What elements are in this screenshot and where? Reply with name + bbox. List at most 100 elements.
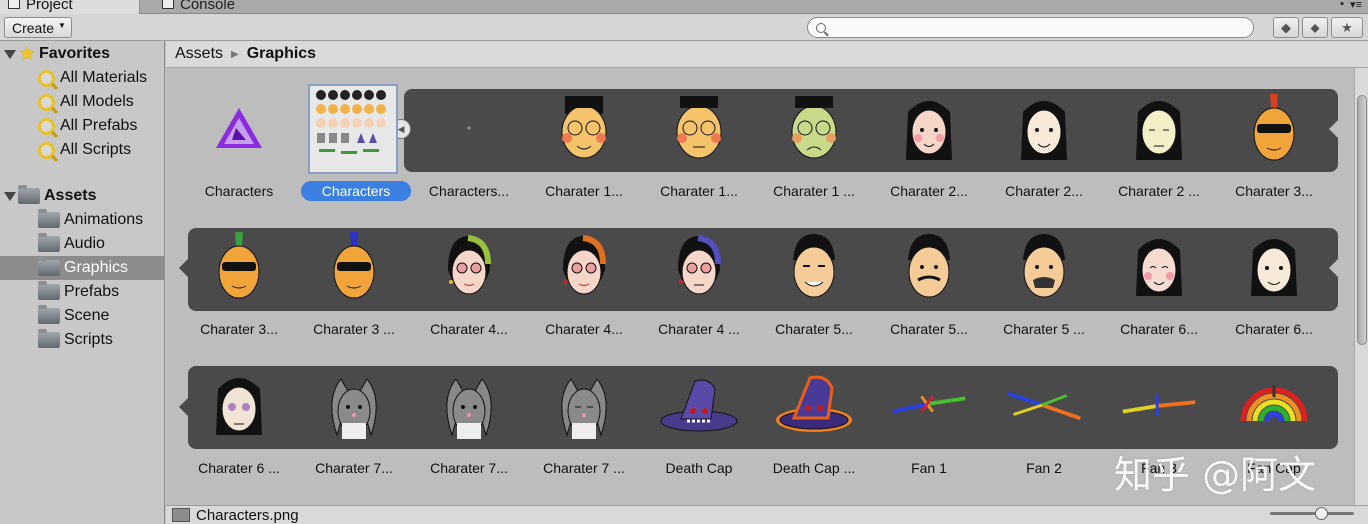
- search-icon: [38, 69, 55, 87]
- asset-item[interactable]: Charater 7...: [296, 365, 412, 490]
- asset-item[interactable]: Charater 7 ...: [526, 365, 642, 490]
- search-icon: [816, 22, 826, 33]
- sidebar: ★ Favorites All Materials All Models All…: [0, 41, 165, 524]
- asset-label: Fan 1: [911, 460, 947, 476]
- asset-item[interactable]: Charater 1 ...: [756, 88, 872, 213]
- breadcrumb-separator-icon: ▶: [231, 48, 239, 60]
- expand-arrow-icon[interactable]: [4, 191, 16, 201]
- propeller-fan-thumbnail: [1119, 365, 1199, 445]
- asset-label: Charater 1...: [545, 183, 623, 199]
- sprite-sheet-thumbnail: [308, 84, 398, 174]
- tab-menu[interactable]: ▪ ▾≡: [1340, 0, 1362, 11]
- sidebar-item-graphics[interactable]: Graphics: [0, 256, 164, 280]
- asset-item[interactable]: Fan 1: [871, 365, 987, 490]
- asset-label: Charater 3...: [200, 321, 278, 337]
- slider-knob[interactable]: [1315, 507, 1328, 520]
- asset-item[interactable]: Charater 2...: [871, 88, 987, 213]
- assets-label: Assets: [44, 187, 97, 204]
- asset-label: Death Cap ...: [772, 460, 856, 476]
- asset-item[interactable]: Characters: [181, 88, 297, 213]
- create-button[interactable]: Create ▼: [4, 17, 72, 38]
- tab-console-label: Console: [180, 0, 236, 13]
- sidebar-item-all-materials[interactable]: All Materials: [0, 66, 164, 90]
- asset-label: Charater 3 ...: [313, 321, 395, 337]
- sidebar-item-all-models[interactable]: All Models: [0, 90, 164, 114]
- character-face-thumbnail: [659, 88, 739, 168]
- sidebar-favorites[interactable]: ★ Favorites: [0, 42, 164, 66]
- asset-item[interactable]: Charater 6 ...: [181, 365, 297, 490]
- asset-item[interactable]: Death Cap ...: [756, 365, 872, 490]
- selected-file-name: Characters.png: [196, 506, 299, 524]
- asset-item[interactable]: Charater 4...: [526, 226, 642, 351]
- search-icon: [38, 117, 55, 135]
- asset-label: Charater 2...: [1005, 183, 1083, 199]
- favorite-search-button[interactable]: ★: [1331, 17, 1363, 38]
- witch-hat-thumbnail: [659, 365, 739, 445]
- asset-item[interactable]: Charater 2 ...: [1101, 88, 1217, 213]
- asset-item[interactable]: Charater 5...: [756, 226, 872, 351]
- toolbar: Create ▼ ◆ ⬥ ★: [0, 14, 1368, 41]
- asset-item[interactable]: Charater 2...: [986, 88, 1102, 213]
- asset-item[interactable]: Charater 4 ...: [641, 226, 757, 351]
- asset-label: Charater 6...: [1120, 321, 1198, 337]
- tab-project[interactable]: Project: [0, 0, 140, 14]
- shapes-icon: ◆: [1281, 19, 1291, 35]
- thumbnail-size-slider[interactable]: [1270, 507, 1354, 520]
- asset-label: Charater 4...: [545, 321, 623, 337]
- asset-item[interactable]: Charater 7...: [411, 365, 527, 490]
- asset-item[interactable]: Charater 6...: [1101, 226, 1217, 351]
- asset-item[interactable]: Charater 3 ...: [296, 226, 412, 351]
- favorites-label: Favorites: [38, 45, 111, 62]
- character-face-thumbnail: [1234, 226, 1314, 306]
- asset-label: Charater 7 ...: [543, 460, 625, 476]
- scrollbar-thumb[interactable]: [1357, 95, 1367, 345]
- search-icon: [38, 93, 55, 111]
- breadcrumb-graphics[interactable]: Graphics: [247, 45, 316, 63]
- asset-item[interactable]: Charater 3...: [1216, 88, 1332, 213]
- asset-label: Charater 6 ...: [198, 460, 280, 476]
- asset-item[interactable]: Charater 4...: [411, 226, 527, 351]
- star-icon: ★: [18, 43, 36, 65]
- asset-item[interactable]: Fan 2: [986, 365, 1102, 490]
- sidebar-item-scene[interactable]: Scene: [0, 304, 164, 328]
- sidebar-item-scripts[interactable]: Scripts: [0, 328, 164, 352]
- breadcrumb-assets[interactable]: Assets: [175, 45, 223, 63]
- asset-item[interactable]: Charater 3...: [181, 226, 297, 351]
- asset-item[interactable]: Death Cap: [641, 365, 757, 490]
- asset-item[interactable]: Charater 5 ...: [986, 226, 1102, 351]
- menu-icon[interactable]: ▾≡: [1350, 0, 1362, 11]
- lock-icon[interactable]: ▪: [1340, 0, 1344, 11]
- asset-item-selected[interactable]: Characters: [296, 84, 412, 213]
- folder-icon: [38, 329, 60, 348]
- character-face-thumbnail: [314, 226, 394, 306]
- asset-label: Charater 6...: [1235, 321, 1313, 337]
- asset-item[interactable]: Characters...: [411, 88, 527, 213]
- tag-icon: ⬥: [1310, 19, 1320, 35]
- asset-label: Charater 1 ...: [773, 183, 855, 199]
- sidebar-item-animations[interactable]: Animations: [0, 208, 164, 232]
- sidebar-item-prefabs[interactable]: Prefabs: [0, 280, 164, 304]
- sidebar-item-all-scripts[interactable]: All Scripts: [0, 138, 164, 162]
- vertical-scrollbar[interactable]: [1354, 68, 1368, 505]
- tab-console[interactable]: Console: [154, 0, 274, 14]
- sidebar-item-audio[interactable]: Audio: [0, 232, 164, 256]
- filter-by-label-button[interactable]: ⬥: [1302, 17, 1328, 38]
- character-face-thumbnail: [429, 226, 509, 306]
- asset-item[interactable]: Charater 1...: [641, 88, 757, 213]
- sidebar-assets[interactable]: Assets: [0, 184, 164, 208]
- filter-by-type-button[interactable]: ◆: [1273, 17, 1299, 38]
- asset-item[interactable]: Charater 1...: [526, 88, 642, 213]
- create-button-label: Create: [12, 19, 55, 36]
- sidebar-item-label: All Prefabs: [60, 117, 138, 134]
- asset-label: Charater 1...: [660, 183, 738, 199]
- asset-label: Characters: [204, 183, 274, 199]
- folder-icon: [38, 233, 60, 252]
- character-face-thumbnail: [1234, 88, 1314, 168]
- expand-arrow-icon[interactable]: [4, 49, 16, 59]
- asset-item[interactable]: Charater 6...: [1216, 226, 1332, 351]
- sidebar-item-all-prefabs[interactable]: All Prefabs: [0, 114, 164, 138]
- asset-item[interactable]: Charater 5...: [871, 226, 987, 351]
- folder-icon: [38, 209, 60, 228]
- search-input[interactable]: [807, 17, 1254, 38]
- sidebar-item-label: Audio: [64, 235, 105, 252]
